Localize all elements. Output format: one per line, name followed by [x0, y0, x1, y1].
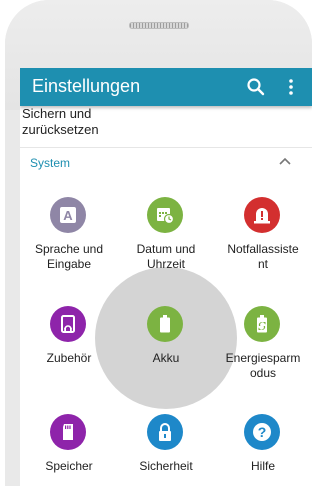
tile-label-line2: Uhrzeit: [146, 257, 185, 271]
power-saving-icon: [244, 306, 280, 342]
lock-icon: [147, 414, 183, 450]
tile-label: Speicher: [20, 459, 118, 474]
settings-screen: Sichern und zurücksetzen Einstellungen S…: [20, 68, 312, 486]
headset-accessory-icon: [50, 306, 86, 342]
tile-emergency-assistant[interactable]: Notfallassiste nt: [214, 197, 312, 277]
emergency-alert-icon: [244, 197, 280, 233]
backup-reset-label-line1: Sichern und: [22, 106, 92, 121]
battery-icon: [147, 306, 183, 342]
chevron-up-icon[interactable]: [278, 156, 292, 166]
tile-label-line1: Hilfe: [250, 459, 275, 473]
keyboard-a-icon: A: [50, 197, 86, 233]
tile-label-line2: odus: [249, 366, 277, 380]
backup-reset-label-line2: zurücksetzen: [22, 122, 99, 137]
list-item-backup-reset[interactable]: Sichern und zurücksetzen: [20, 102, 312, 144]
tile-date-time[interactable]: Datum und Uhrzeit: [117, 197, 215, 277]
tile-label-line1: Energiesparm: [225, 351, 301, 365]
tile-label: Energiesparm odus: [214, 351, 312, 381]
tile-storage[interactable]: Speicher: [20, 414, 118, 486]
speaker-grille: [129, 22, 189, 29]
more-vert-icon[interactable]: [286, 77, 296, 97]
tile-label-line1: Sicherheit: [139, 459, 193, 473]
tile-security[interactable]: Sicherheit: [117, 414, 215, 486]
phone-frame: Sichern und zurücksetzen Einstellungen S…: [5, 0, 312, 486]
tile-language-input[interactable]: A Sprache und Eingabe: [20, 197, 118, 277]
tile-help[interactable]: ? Hilfe: [214, 414, 312, 486]
tile-label-line2: nt: [257, 257, 268, 271]
app-bar: Einstellungen: [20, 68, 312, 106]
tile-label: Sprache und Eingabe: [20, 242, 118, 272]
tile-label: Sicherheit: [117, 459, 215, 474]
backup-reset-label: Sichern und zurücksetzen: [22, 106, 99, 138]
tile-label: Hilfe: [214, 459, 312, 474]
calendar-clock-icon: [147, 197, 183, 233]
help-question-icon: ?: [244, 414, 280, 450]
svg-text:?: ?: [258, 424, 267, 440]
section-header-system[interactable]: System: [20, 148, 312, 178]
tile-battery[interactable]: Akku: [117, 306, 215, 386]
tile-accessories[interactable]: Zubehör: [20, 306, 118, 386]
page-title: Einstellungen: [32, 76, 141, 96]
tile-label-line2: Eingabe: [46, 257, 92, 271]
section-label: System: [30, 156, 71, 170]
tile-label-line1: Notfallassiste: [227, 242, 299, 256]
svg-text:A: A: [63, 208, 73, 223]
tile-label-line1: Speicher: [45, 459, 93, 473]
storage-card-icon: [50, 414, 86, 450]
tile-label: Akku: [117, 351, 215, 366]
tile-label: Zubehör: [20, 351, 118, 366]
search-icon[interactable]: [246, 77, 266, 97]
tile-label-line1: Datum und: [136, 242, 196, 256]
tile-label: Notfallassiste nt: [214, 242, 312, 272]
tile-label-line1: Akku: [152, 351, 180, 365]
tile-power-saving[interactable]: Energiesparm odus: [214, 306, 312, 386]
tile-label-line1: Sprache und: [34, 242, 104, 256]
tile-label-line1: Zubehör: [46, 351, 92, 365]
tile-label: Datum und Uhrzeit: [117, 242, 215, 272]
